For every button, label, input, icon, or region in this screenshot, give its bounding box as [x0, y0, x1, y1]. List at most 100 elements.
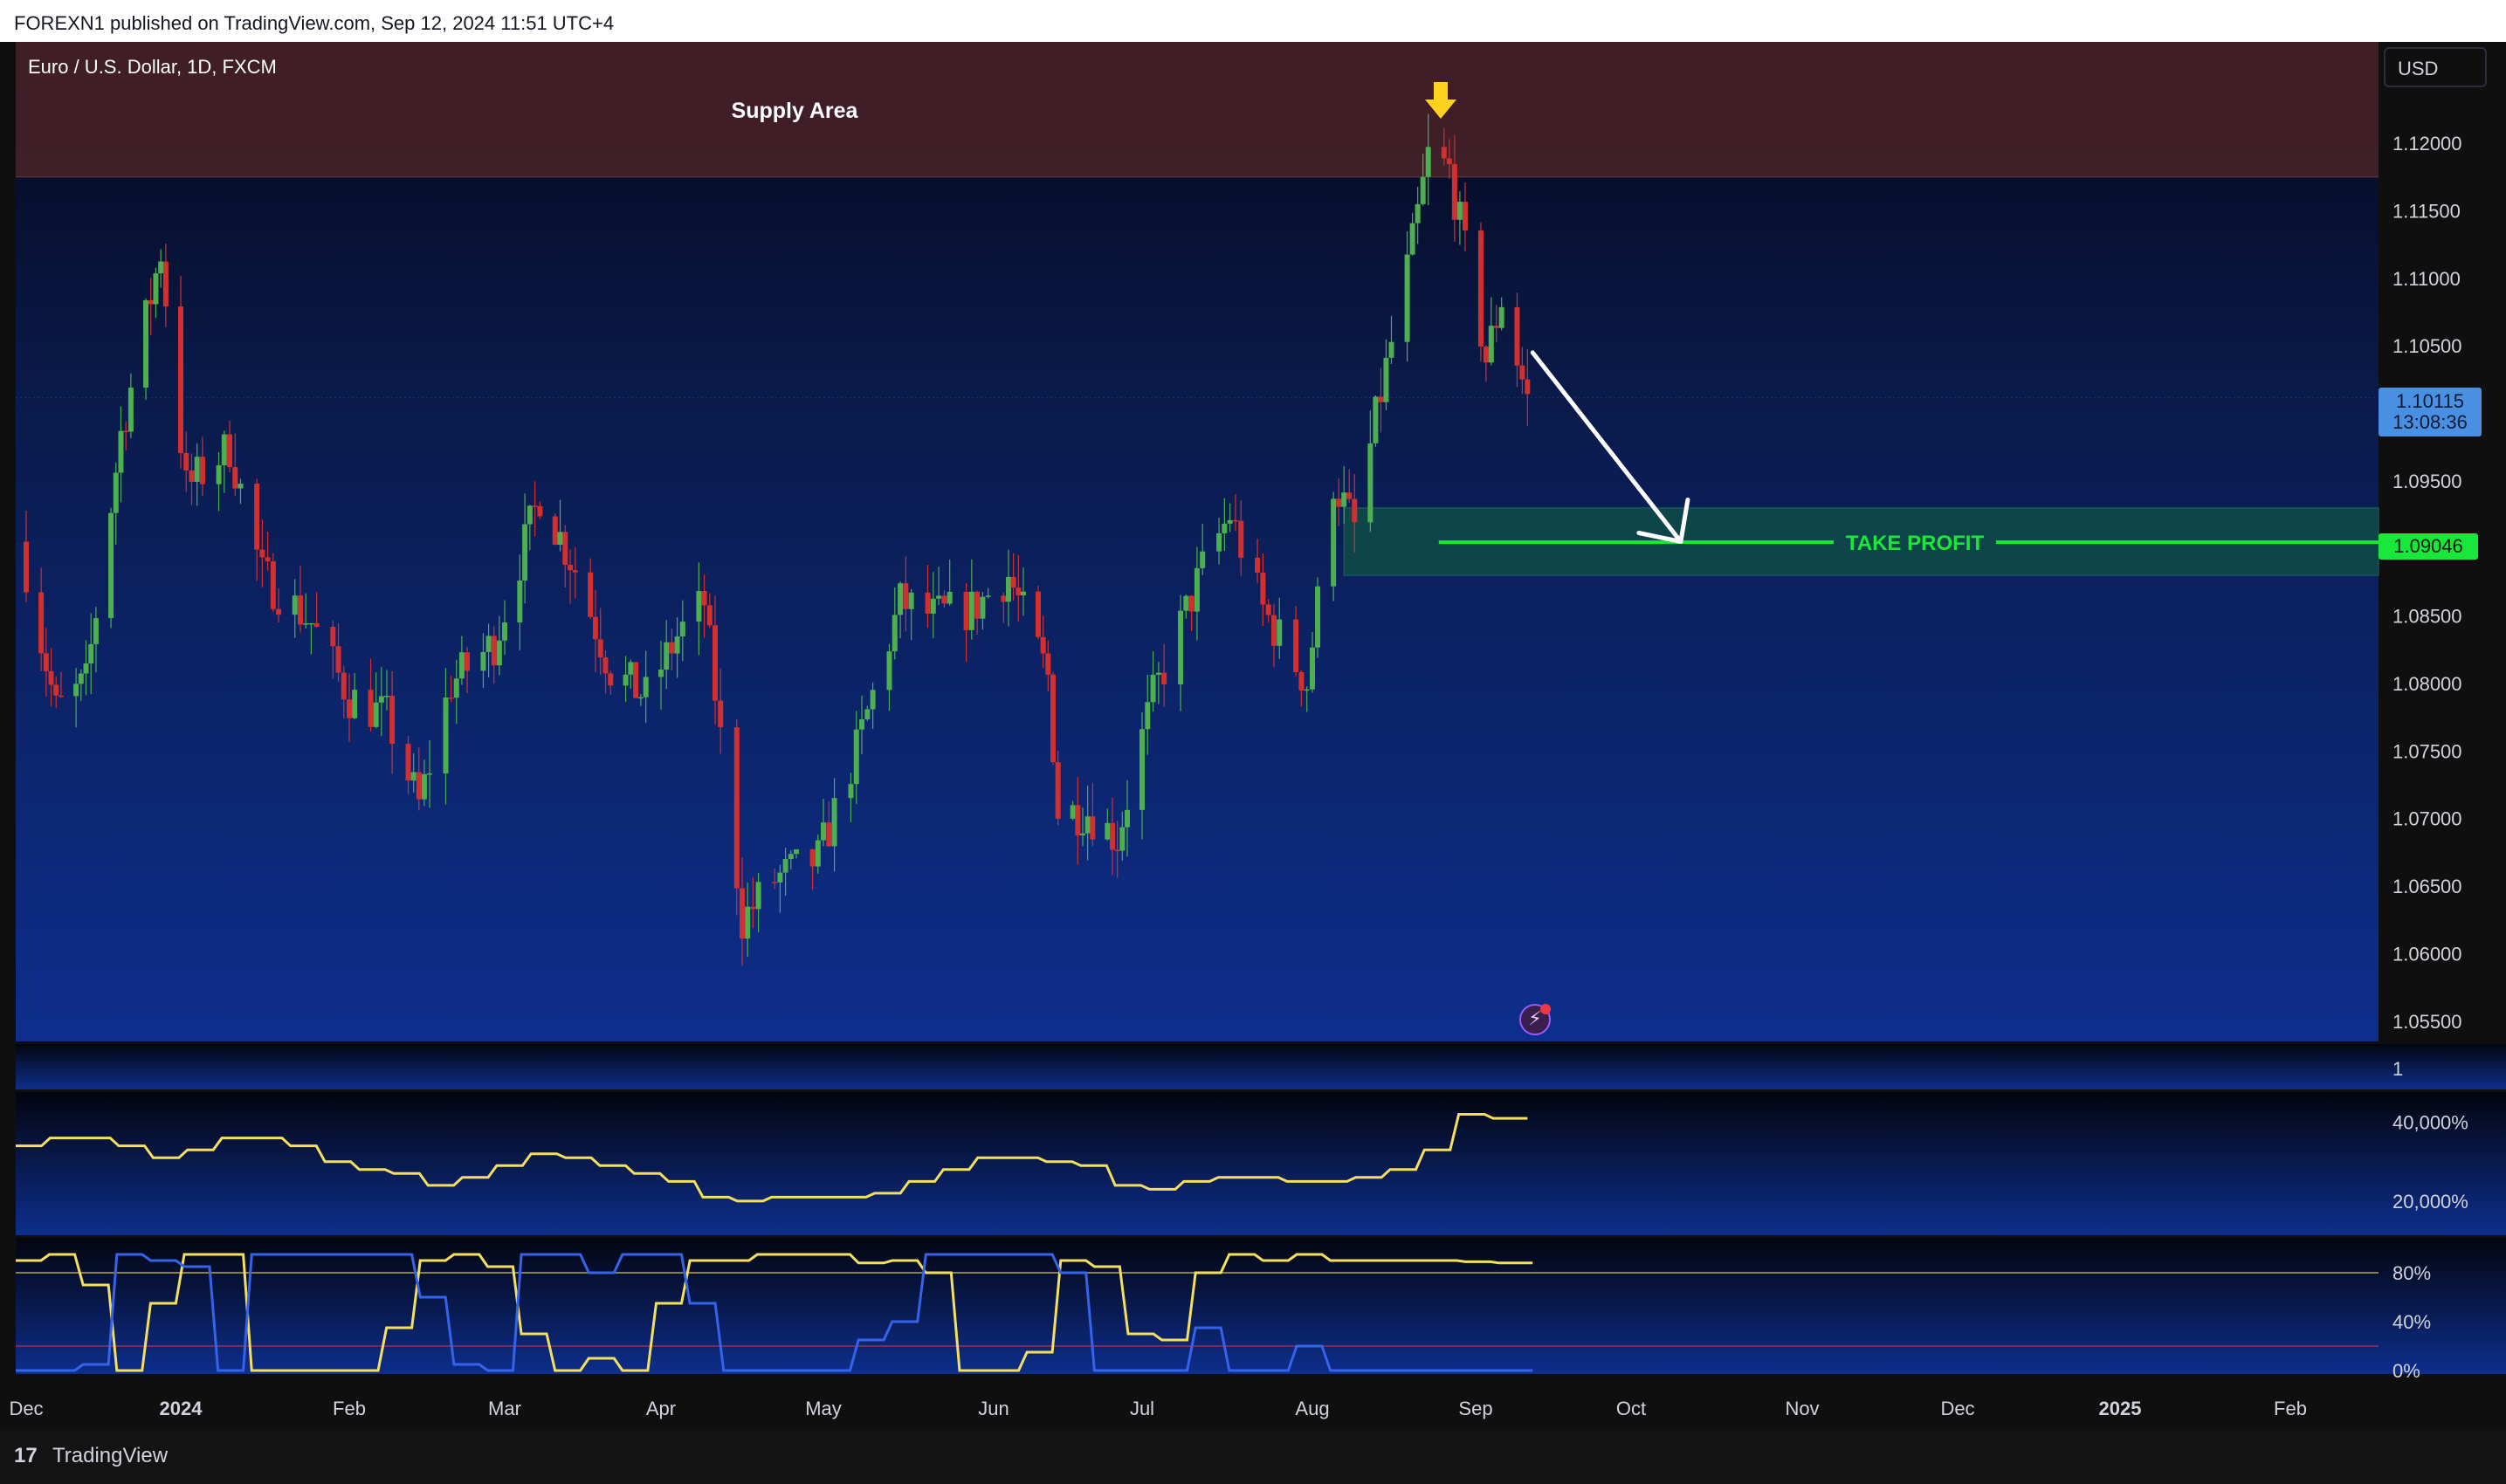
candle-body — [1260, 573, 1266, 605]
currency-button[interactable]: USD — [2384, 47, 2487, 87]
candle-body — [745, 906, 751, 939]
time-tick-label: Dec — [9, 1398, 43, 1419]
candle-body — [1006, 576, 1011, 602]
candle-body — [421, 773, 427, 800]
candle-body — [821, 822, 826, 841]
candle-body — [706, 605, 713, 626]
candle-body — [864, 709, 871, 720]
candle-body — [930, 598, 936, 614]
candle-body — [189, 470, 195, 482]
candle-body — [557, 532, 563, 546]
candle-body — [908, 592, 914, 609]
supply-zone-label: Supply Area — [732, 99, 859, 123]
candle-body — [53, 684, 59, 696]
candle-up — [1315, 577, 1321, 658]
candle-body — [303, 623, 309, 625]
candle-body — [410, 772, 417, 781]
candle-body — [1015, 587, 1022, 596]
time-tick-label: Jun — [978, 1398, 1009, 1419]
candle-body — [517, 580, 523, 623]
candle-body — [1090, 816, 1096, 840]
candle-body — [1420, 176, 1426, 204]
candle-body — [232, 467, 238, 489]
candle-body — [740, 888, 745, 939]
candle-down — [552, 513, 558, 546]
candle-body — [592, 616, 598, 640]
candle-body — [270, 561, 276, 609]
price-tick-label: 1.09500 — [2392, 471, 2462, 492]
tradingview-logo-icon: 17 — [14, 1444, 38, 1467]
candle-body — [1183, 595, 1189, 611]
candle-body — [227, 434, 233, 468]
candle-body — [1341, 492, 1347, 507]
candle-body — [696, 591, 702, 622]
price-tick-label: 1.11000 — [2392, 268, 2461, 290]
candle-body — [118, 430, 124, 473]
candle-body — [496, 640, 502, 666]
candle-body — [1178, 610, 1184, 685]
candle-body — [537, 505, 543, 517]
candle-body — [664, 642, 670, 670]
candle-body — [347, 699, 352, 718]
candle-body — [532, 505, 538, 507]
chart-canvas[interactable]: Supply Area TAKE PROFIT Euro / U.S. Dolla… — [0, 0, 2506, 1484]
footer-brand: TradingView — [52, 1444, 169, 1467]
pane2-tick-label: 20,000% — [2392, 1191, 2468, 1213]
candle-body — [485, 636, 492, 652]
candle-body — [1080, 833, 1085, 835]
candle-body — [831, 798, 837, 847]
candle-up — [143, 298, 149, 401]
candle-body — [1010, 576, 1016, 588]
candle-body — [815, 840, 821, 867]
candle-body — [974, 591, 981, 619]
candle-body — [628, 662, 634, 675]
candle-body — [24, 541, 29, 593]
chart-title: Euro / U.S. Dollar, 1D, FXCM — [28, 56, 277, 78]
candle-body — [341, 672, 347, 700]
candle-body — [1075, 805, 1081, 835]
candle-body — [1378, 396, 1384, 402]
candle-body — [1110, 822, 1115, 850]
price-tick-label: 1.11500 — [2392, 200, 2461, 222]
candle-body — [1388, 341, 1394, 358]
candle-body — [1383, 357, 1389, 402]
candle-body — [465, 652, 471, 671]
candle-body — [602, 657, 609, 674]
candle-body — [153, 273, 159, 305]
candle-body — [43, 653, 49, 672]
candle-body — [859, 719, 865, 730]
candle-body — [1373, 396, 1379, 443]
candle-body — [853, 729, 859, 785]
supply-zone — [16, 42, 2379, 177]
candle-body — [1001, 595, 1007, 602]
candle-body — [1155, 672, 1161, 675]
price-tick-label: 1.08000 — [2392, 673, 2462, 695]
candle-body — [373, 702, 379, 727]
candle-body — [1084, 816, 1091, 834]
candle-body — [733, 727, 740, 889]
candle-body — [330, 627, 336, 647]
candle-body — [448, 697, 454, 699]
candle-body — [637, 697, 644, 699]
candle-down — [270, 553, 276, 612]
candle-body — [701, 591, 707, 606]
candle-body — [1119, 827, 1126, 851]
candle-body — [1277, 619, 1283, 646]
candle-body — [1105, 822, 1111, 840]
candle-body — [1331, 498, 1337, 587]
candle-body — [254, 484, 260, 550]
candle-body — [826, 822, 832, 847]
indicator-pane-1 — [16, 1044, 2506, 1089]
candle-body — [777, 872, 783, 883]
candle-body — [1188, 595, 1194, 612]
candle-body — [623, 674, 629, 686]
candle-body — [947, 591, 953, 604]
candle-body — [1200, 551, 1206, 568]
candle-body — [1477, 230, 1484, 347]
candle-body — [562, 532, 568, 565]
candle-body — [416, 772, 422, 800]
alert-icon[interactable]: ⚡ — [1519, 1004, 1551, 1035]
candle-body — [1525, 379, 1531, 395]
candle-body — [1125, 809, 1130, 828]
candle-body — [1227, 519, 1233, 524]
